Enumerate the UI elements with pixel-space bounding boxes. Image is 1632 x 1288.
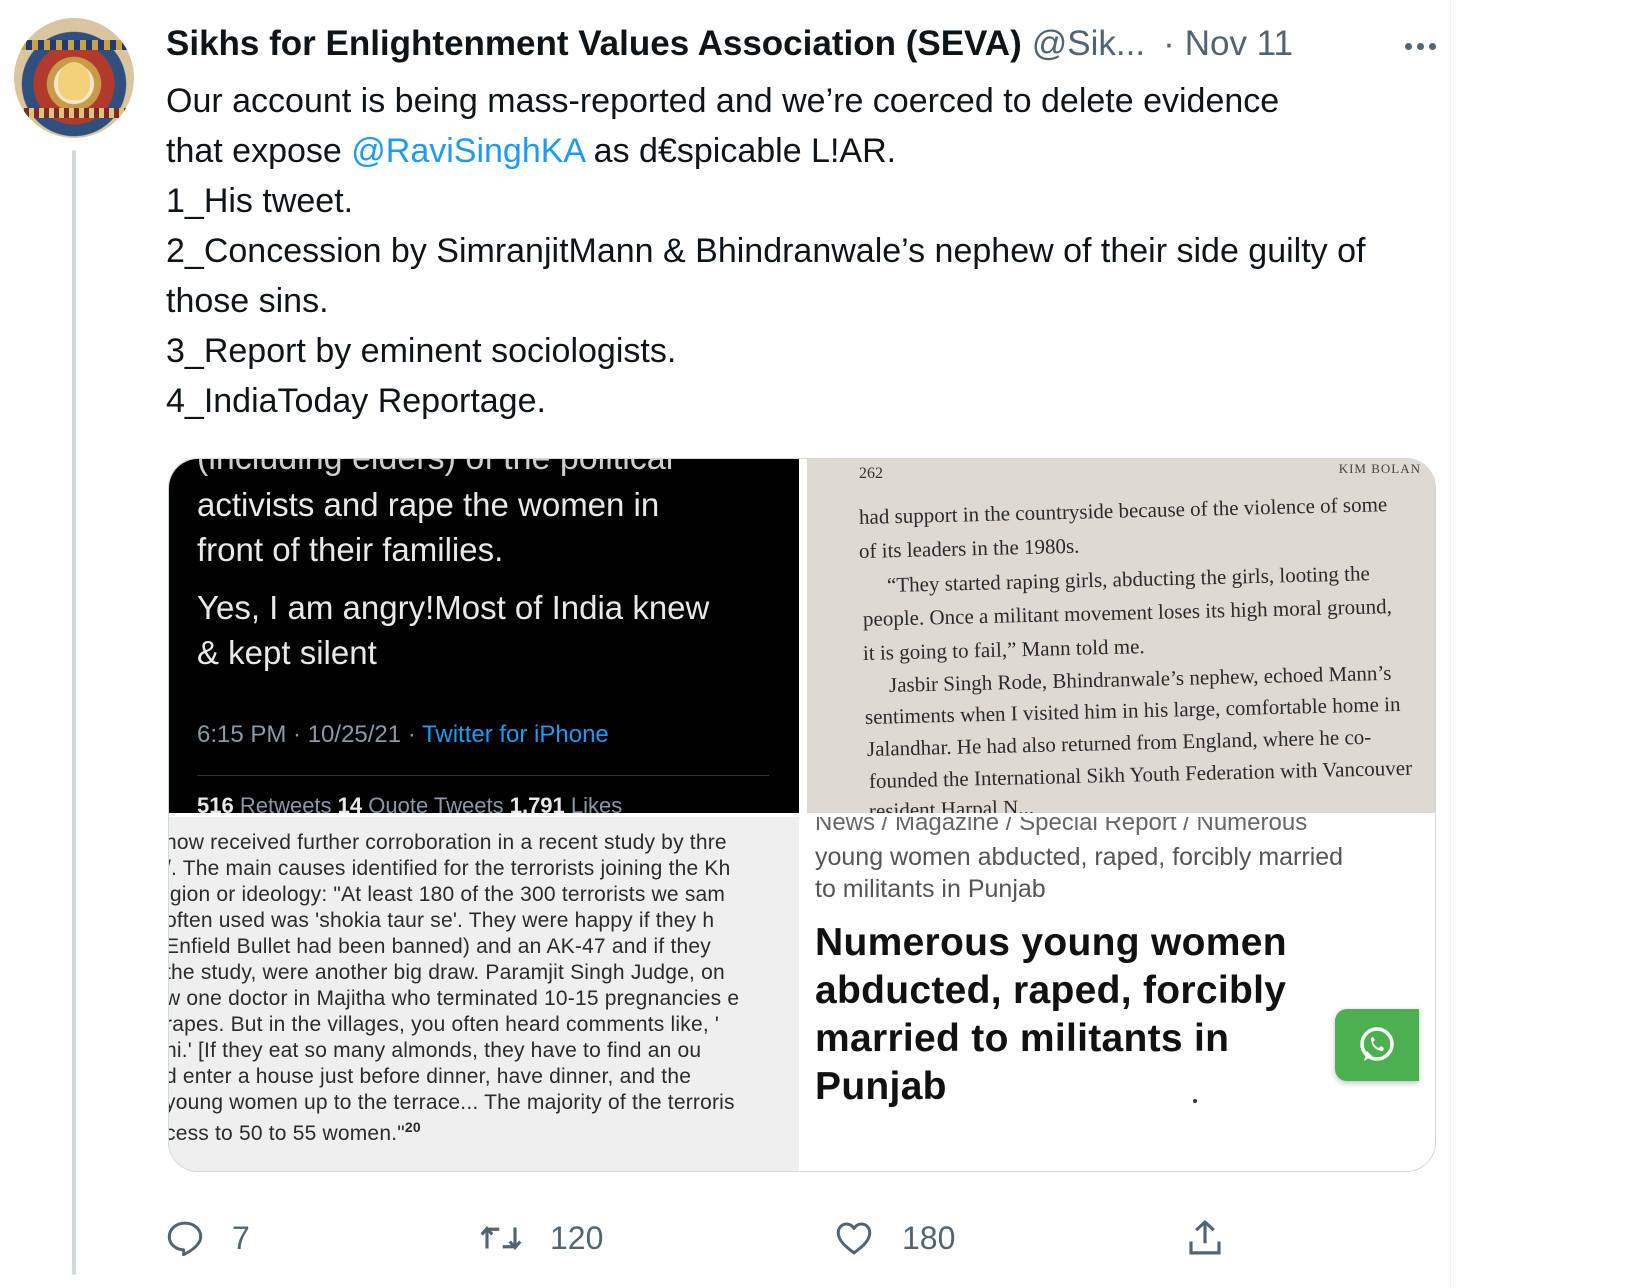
tweet-text-line: 1_His tweet. [166, 182, 354, 220]
display-name[interactable]: Sikhs for Enlightenment Values Associati… [166, 24, 1022, 64]
user-handle[interactable]: @Sik... [1032, 24, 1145, 64]
tweet-text-line: 4_IndiaToday Reportage. [166, 382, 546, 420]
article-subtitle: young women abducted, raped, forcibly ma… [815, 843, 1344, 871]
excerpt-line: w one doctor in Majitha who terminated 1… [169, 987, 740, 1010]
book-line: Jalandhar. He had also returned from Eng… [866, 724, 1372, 761]
article-headline: married to militants in [815, 1017, 1230, 1060]
article-breadcrumb: News / Magazine / Special Report / Numer… [815, 817, 1308, 836]
book-line: it is going to fail,” Mann told me. [862, 634, 1145, 665]
tweet-text: Our account is being mass-reported and w… [166, 76, 1426, 426]
book-line: had support in the countryside because o… [858, 492, 1388, 529]
retweet-count: 120 [550, 1219, 604, 1256]
like-count: 180 [902, 1219, 956, 1256]
tweet-text-line: that expose @RaviSinghKA as d€spicable L… [166, 132, 897, 170]
footnote-marker: 20 [404, 1119, 421, 1135]
tweet-text-line: 3_Report by eminent sociologists. [166, 332, 677, 370]
article-headline: Numerous young women [815, 921, 1287, 964]
book-line: resident Harpal N... [868, 794, 1035, 813]
media-study-excerpt[interactable]: now received further corroboration in a … [169, 817, 799, 1171]
excerpt-line: often used was 'shokia taur se'. They we… [169, 909, 715, 932]
book-running-head: KIM BOLAN [1338, 461, 1421, 476]
book-line: people. Once a militant movement loses i… [862, 594, 1393, 631]
whatsapp-icon [1360, 1027, 1394, 1061]
media-tweet-screenshot[interactable]: (including elders) of the political acti… [169, 459, 799, 813]
excerpt-line: rapes. But in the villages, you often he… [169, 1013, 720, 1036]
stray-dot [1193, 1099, 1197, 1103]
screenshot-text: front of their families. [197, 531, 504, 568]
article-headline: abducted, raped, forcibly [815, 969, 1287, 1012]
reply-count: 7 [232, 1219, 250, 1256]
column-border [1450, 0, 1451, 1288]
tweet-text-line: 2_Concession by SimranjitMann & Bhindran… [166, 232, 1366, 320]
like-button[interactable]: 180 [832, 1208, 955, 1268]
tweet-date[interactable]: Nov 11 [1185, 24, 1293, 64]
screenshot-text: activists and rape the women in [197, 486, 660, 523]
excerpt-line: igion or ideology: "At least 180 of the … [169, 883, 726, 906]
retweet-button[interactable]: 120 [478, 1208, 603, 1268]
excerpt-line: Enfield Bullet had been banned) and an A… [169, 935, 711, 958]
screenshot-text: & kept silent [197, 634, 377, 671]
reply-button[interactable]: 7 [164, 1208, 250, 1268]
article-headline: Punjab [815, 1065, 947, 1108]
reply-icon [167, 1221, 203, 1257]
share-button[interactable] [1184, 1208, 1226, 1268]
tweet-header: Sikhs for Enlightenment Values Associati… [166, 20, 1293, 68]
book-line: founded the International Sikh Youth Fed… [868, 755, 1413, 793]
media-news-article[interactable]: News / Magazine / Special Report / Numer… [803, 817, 1435, 1171]
retweet-icon [480, 1225, 522, 1251]
excerpt-line: hi.' [If they eat so many almonds, they … [169, 1039, 702, 1062]
thread-connector-line [72, 150, 76, 1275]
excerpt-line: now received further corroboration in a … [169, 831, 727, 854]
avatar[interactable] [14, 18, 134, 138]
screenshot-stats: 516 Retweets 14 Quote Tweets 1,791 Likes [197, 793, 623, 813]
whatsapp-share-button[interactable] [1335, 1009, 1419, 1081]
cut-off-line: (including elders) of the political [197, 459, 673, 478]
book-line: of its leaders in the 1980s. [858, 533, 1080, 563]
excerpt-line: young women up to the terrace... The maj… [169, 1091, 735, 1114]
screenshot-source: Twitter for iPhone [422, 721, 609, 748]
header-separator: · [1163, 24, 1175, 63]
heart-icon [836, 1222, 872, 1255]
excerpt-line: the study, were another big draw. Paramj… [169, 961, 725, 984]
book-page-number: 262 [859, 465, 883, 482]
book-line: sentiments when I visited him in his lar… [864, 691, 1401, 729]
media-grid: (including elders) of the political acti… [168, 458, 1436, 1172]
screenshot-divider [197, 775, 769, 776]
more-options-icon[interactable] [1396, 24, 1444, 68]
screenshot-text: Yes, I am angry!Most of India knew [197, 589, 710, 626]
article-subtitle: to militants in Punjab [815, 875, 1046, 903]
media-book-page[interactable]: 262 KIM BOLAN had support in the country… [807, 459, 1435, 813]
book-line: Jasbir Singh Rode, Bhindranwale’s nephew… [888, 660, 1392, 697]
mention-link[interactable]: @RaviSinghKA [351, 132, 584, 170]
excerpt-line: d enter a house just before dinner, have… [169, 1065, 692, 1088]
share-icon [1189, 1220, 1221, 1255]
tweet-text-line: Our account is being mass-reported and w… [166, 82, 1280, 120]
tweet-actions: 7 120 180 [0, 1208, 1450, 1268]
book-line: “They started raping girls, abducting th… [886, 561, 1371, 597]
screenshot-timestamp: 6:15 PM · 10/25/21 · Twitter for iPhone [197, 721, 609, 748]
excerpt-line: /. The main causes identified for the te… [169, 857, 731, 880]
excerpt-line: cess to 50 to 55 women."20 [169, 1119, 421, 1145]
